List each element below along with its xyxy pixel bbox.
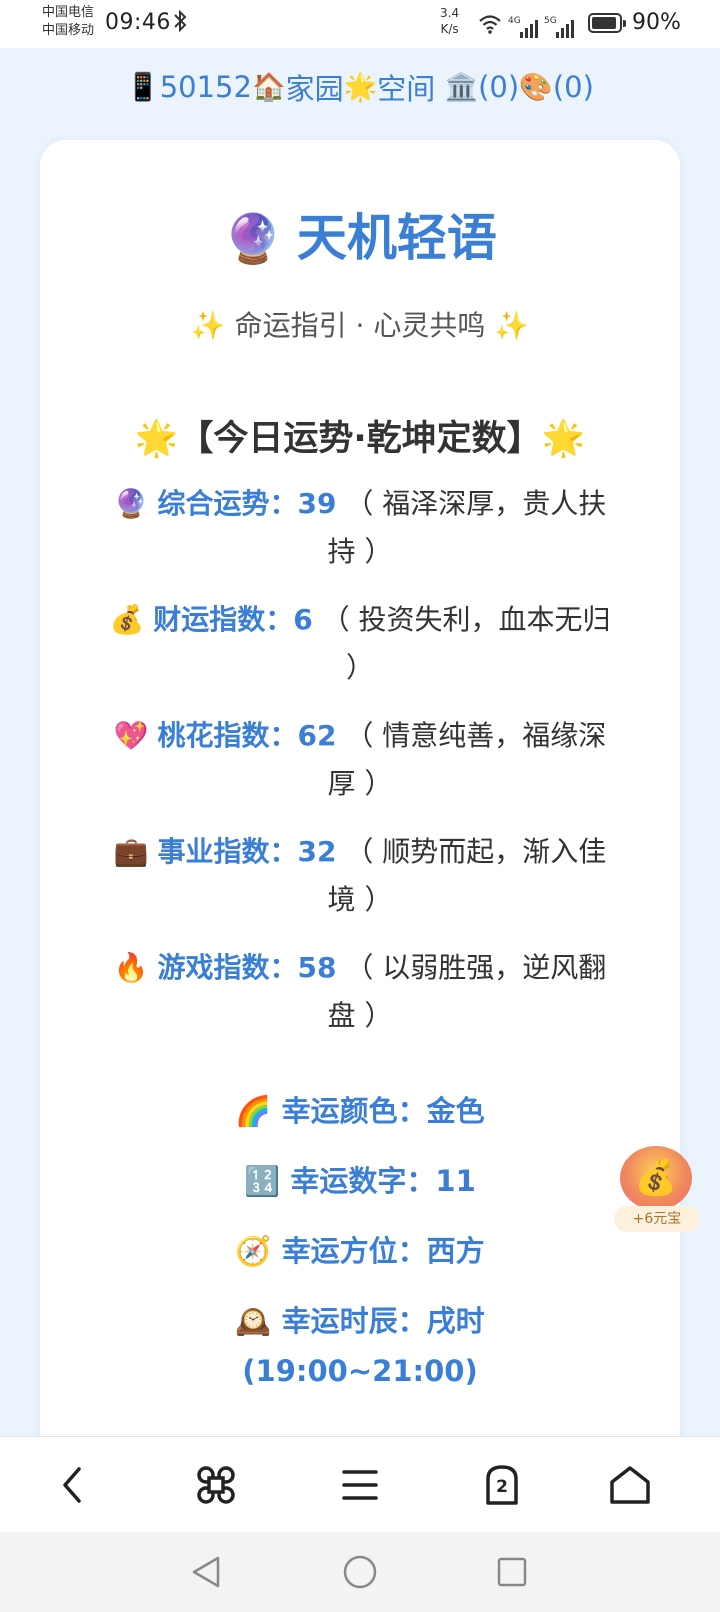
fortune-item-wealth: 💰 财运指数：6 （ 投资失利，血本无归 ） [100,596,620,692]
section-title: 🌟【今日运势·乾坤定数】🌟 [134,419,586,459]
signal-icon: 5G [544,16,574,38]
lucky-direction: 🧭 幸运方位：西方 [235,1234,485,1268]
item-label: 桃花指数： [157,719,298,752]
triangle-back-icon [192,1556,220,1588]
nav-recents-button[interactable] [490,1550,534,1594]
nav-back-button[interactable] [184,1550,228,1594]
crystal-ball-icon: 🔮 [113,487,149,520]
item-value: 39 [297,487,337,520]
network-speed: 3.4 K/s [440,6,460,36]
fortune-item-romance: 💖 桃花指数：62 （ 情意纯善，福缘深厚 ） [100,712,620,808]
heart-icon: 💖 [113,719,149,752]
item-desc: （ 顺势而起，渐入佳境 ） [327,835,607,916]
carrier-info: 中国电信 中国移动 [42,4,94,40]
shortcuts-button[interactable] [188,1457,244,1513]
tabs-icon: 2 [486,1465,518,1505]
color-wheel-icon: 🎨 [519,72,553,103]
reward-label: +6元宝 [614,1206,700,1232]
browser-toolbar: 2 [0,1436,720,1532]
bank-link[interactable]: (0) [478,70,519,104]
reward-bubble[interactable]: 💰 +6元宝 [614,1146,700,1232]
menu-icon [342,1470,378,1500]
back-button[interactable] [44,1457,100,1513]
circle-home-icon [343,1555,377,1589]
space-link[interactable]: 空间 [377,66,435,108]
lucky-time-range: (19:00~21:00) [242,1354,478,1388]
phone-icon: 📱 [126,72,160,103]
top-nav: 📱50152🏠家园🌟空间 🏛️(0)🎨(0) [0,66,720,108]
signal-indicators: 4G 5G [478,10,574,38]
bluetooth-icon [173,9,187,38]
briefcase-icon: 💼 [113,835,149,868]
item-desc: （ 情意纯善，福缘深厚 ） [327,719,607,800]
signal-icon: 4G [508,16,538,38]
money-bag-icon: 💰 [109,603,145,636]
item-label: 综合运势： [157,487,298,520]
crystal-ball-icon: 🔮 [223,211,283,267]
fire-icon: 🔥 [113,951,149,984]
status-bar: 中国电信 中国移动 09:46 3.4 K/s 4G 5G 90% [0,0,720,48]
fortune-item-game: 🔥 游戏指数：58 （ 以弱胜强，逆风翻盘 ） [100,944,620,1040]
lucky-number: 🔢 幸运数字：11 [244,1164,476,1198]
tab-count: 2 [496,1477,508,1497]
item-value: 6 [293,603,313,636]
item-desc: （ 以弱胜强，逆风翻盘 ） [327,951,607,1032]
home-icon: 🏠 [251,72,286,103]
square-recents-icon [497,1557,527,1587]
subtitle: ✨ 命运指引 · 心灵共鸣 ✨ [190,309,530,342]
home-button[interactable] [602,1457,658,1513]
fortune-item-career: 💼 事业指数：32 （ 顺势而起，渐入佳境 ） [100,828,620,924]
item-label: 事业指数： [157,835,298,868]
page-title: 🔮 天机轻语 [223,209,497,267]
star-icon: 🌟 [343,72,378,103]
lucky-time: 🕰️ 幸运时辰：戌时 [235,1304,485,1338]
item-value: 62 [297,719,337,752]
bank-icon: 🏛️ [444,72,479,103]
user-id-link[interactable]: 50152 [160,70,252,104]
home-icon [610,1466,650,1504]
battery-percent: 90% [632,10,681,35]
item-label: 游戏指数： [157,951,298,984]
gold-ingot-icon: 💰 [620,1146,692,1210]
lucky-color: 🌈 幸运颜色：金色 [235,1094,485,1128]
tabs-button[interactable]: 2 [474,1457,530,1513]
wheel-link[interactable]: (0) [553,70,594,104]
home-link[interactable]: 家园 [286,66,344,108]
fortune-item-overall: 🔮 综合运势：39 （ 福泽深厚，贵人扶持 ） [100,480,620,576]
item-desc: （ 福泽深厚，贵人扶持 ） [327,487,607,568]
carrier-1: 中国电信 [42,5,95,20]
carrier-2: 中国移动 [42,23,95,38]
chevron-left-icon [63,1467,81,1503]
command-icon [197,1466,235,1504]
system-nav-bar [0,1532,720,1612]
clock: 09:46 [105,10,171,35]
item-label: 财运指数： [153,603,294,636]
item-desc: （ 投资失利，血本无归 ） [321,603,611,684]
nav-home-button[interactable] [338,1550,382,1594]
menu-button[interactable] [332,1457,388,1513]
wifi-icon [478,14,502,38]
battery-icon [588,13,626,33]
item-value: 32 [297,835,337,868]
item-value: 58 [297,951,337,984]
